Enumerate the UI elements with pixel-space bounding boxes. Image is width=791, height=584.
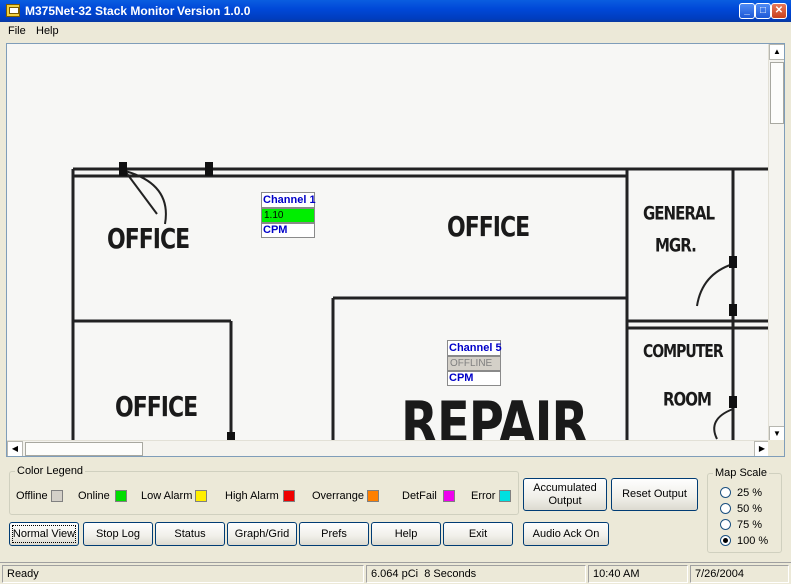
menu-file[interactable]: File (8, 25, 26, 37)
legend-label: Online (78, 490, 110, 502)
status-state: Ready (2, 565, 364, 583)
channel-name: Channel 5 (447, 340, 502, 356)
stop-log-button[interactable]: Stop Log (83, 522, 153, 546)
reset-output-button[interactable]: Reset Output (611, 478, 698, 511)
accumulated-output-button[interactable]: Accumulated Output (523, 478, 607, 511)
legend-label: High Alarm (225, 490, 279, 502)
legend-label: DetFail (402, 490, 437, 502)
app-icon (6, 4, 20, 17)
audio-ack-button[interactable]: Audio Ack On (523, 522, 609, 546)
minimize-button[interactable]: _ (739, 3, 755, 19)
channel-value: OFFLINE (447, 356, 501, 371)
help-button[interactable]: Help (371, 522, 441, 546)
legend-swatch (443, 490, 455, 502)
channel-name: Channel 1 (261, 192, 316, 208)
legend-label: Overrange (312, 490, 364, 502)
radio-button-icon[interactable] (720, 535, 731, 546)
color-legend-title: Color Legend (17, 465, 84, 477)
room-label-general: GENERAL (643, 202, 715, 225)
legend-label: Low Alarm (141, 490, 193, 502)
map-scale-option[interactable]: 50 % (720, 503, 762, 517)
close-button[interactable]: ✕ (771, 3, 787, 19)
status-bar: Ready 6.064 pCi 8 Seconds 10:40 AM 7/26/… (0, 562, 791, 584)
legend-swatch (195, 490, 207, 502)
room-label-mgr: MGR. (655, 234, 697, 257)
map-scale-option-label: 75 % (737, 519, 763, 531)
room-label-office-3: OFFICE (115, 392, 198, 424)
menu-bar: File Help (0, 22, 791, 41)
horizontal-scrollbar[interactable]: ◀ ▶ (7, 440, 770, 456)
maximize-button[interactable]: □ (755, 3, 771, 19)
channel-1-widget[interactable]: Channel 1 1.10 CPM (261, 192, 316, 238)
vertical-scrollbar[interactable]: ▲ ▼ (768, 44, 784, 442)
room-label-room: ROOM (663, 388, 712, 411)
map-scale-title: Map Scale (715, 467, 767, 479)
channel-value: 1.10 (261, 208, 315, 223)
radio-button-icon[interactable] (720, 487, 731, 498)
floor-plan-map: OFFICE OFFICE GENERAL MGR. OFFICE COMPUT… (7, 44, 768, 456)
map-scale-option[interactable]: 75 % (720, 519, 762, 533)
legend-label: Offline (16, 490, 48, 502)
status-date: 7/26/2004 (690, 565, 789, 583)
map-scale-option[interactable]: 100 % (720, 535, 768, 549)
scroll-left-arrow-icon[interactable]: ◀ (7, 441, 23, 456)
window-version: Version 1.0.0 (177, 4, 251, 18)
vertical-scroll-thumb[interactable] (770, 62, 784, 124)
map-scale-option[interactable]: 25 % (720, 487, 762, 501)
room-label-computer: COMPUTER (643, 342, 724, 362)
menu-help[interactable]: Help (36, 25, 59, 37)
channel-5-widget[interactable]: Channel 5 OFFLINE CPM (447, 340, 502, 386)
status-reading: 6.064 pCi 8 Seconds (366, 565, 586, 583)
status-time: 10:40 AM (588, 565, 688, 583)
scroll-up-arrow-icon[interactable]: ▲ (769, 44, 784, 60)
legend-swatch (283, 490, 295, 502)
legend-swatch (51, 490, 63, 502)
map-viewport[interactable]: OFFICE OFFICE GENERAL MGR. OFFICE COMPUT… (6, 43, 785, 457)
map-scale-option-label: 100 % (737, 535, 769, 547)
channel-unit: CPM (261, 223, 315, 238)
channel-unit: CPM (447, 371, 501, 386)
map-scale-option-label: 25 % (737, 487, 763, 499)
graph-grid-button[interactable]: Graph/Grid (227, 522, 297, 546)
map-scale-option-label: 50 % (737, 503, 763, 515)
legend-swatch (367, 490, 379, 502)
title-bar[interactable]: M375Net-32 Stack Monitor Version 1.0.0 _… (0, 0, 791, 22)
radio-button-icon[interactable] (720, 519, 731, 530)
exit-button[interactable]: Exit (443, 522, 513, 546)
status-button[interactable]: Status (155, 522, 225, 546)
room-label-office-2: OFFICE (447, 212, 530, 244)
window-title: M375Net-32 Stack Monitor (25, 4, 175, 18)
legend-swatch (115, 490, 127, 502)
room-label-office-1: OFFICE (107, 224, 190, 256)
scroll-corner (768, 440, 784, 456)
legend-swatch (499, 490, 511, 502)
horizontal-scroll-thumb[interactable] (25, 442, 143, 456)
legend-label: Error (471, 490, 496, 502)
normal-view-button[interactable]: Normal View (9, 522, 79, 546)
prefs-button[interactable]: Prefs (299, 522, 369, 546)
radio-button-icon[interactable] (720, 503, 731, 514)
